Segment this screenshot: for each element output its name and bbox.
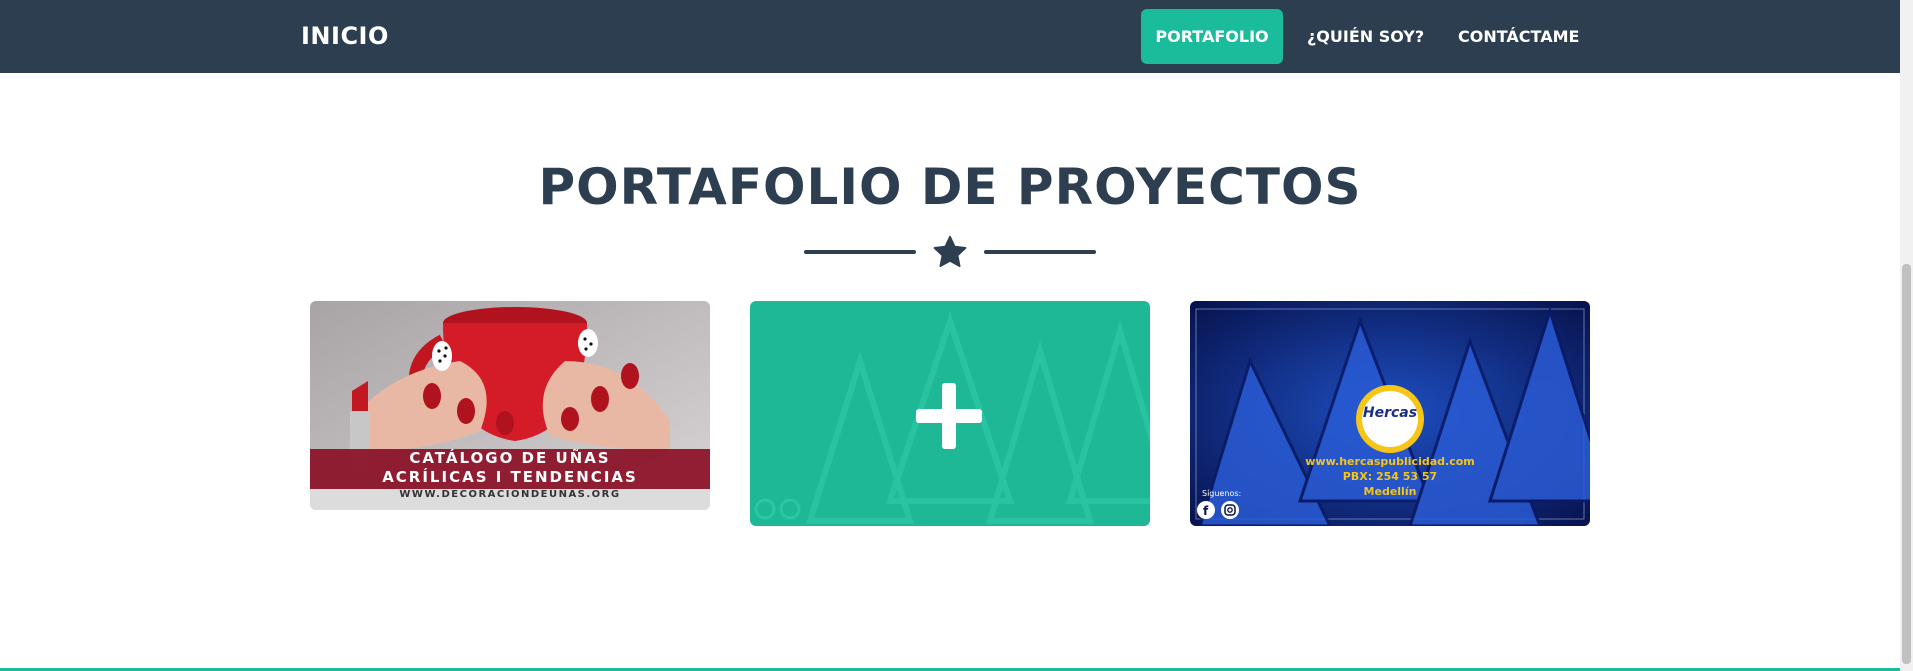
hercas-follow-label: Síguenos:: [1202, 489, 1242, 498]
portfolio-item-hercas[interactable]: f Hercas www.hercaspublicidad.com PBX: 2…: [1190, 301, 1590, 526]
hercas-logo: Hercas: [1362, 405, 1418, 421]
instagram-icon[interactable]: [1221, 501, 1239, 519]
hercas-city: Medellín: [1363, 485, 1417, 498]
portfolio-item-hover[interactable]: [750, 301, 1150, 526]
page: INICIO PORTAFOLIO ¿QUIÉN SOY? CONTÁCTAME…: [0, 0, 1913, 671]
scrollbar-thumb[interactable]: [1902, 264, 1911, 664]
project-caption-line2: ACRÍLICAS I TENDENCIAS: [382, 468, 638, 486]
project-caption-line1: CATÁLOGO DE UÑAS: [409, 449, 611, 467]
nav-link-contactame[interactable]: CONTÁCTAME: [1442, 9, 1595, 64]
svg-text:f: f: [1203, 504, 1209, 518]
brand-link[interactable]: INICIO: [301, 22, 389, 50]
project-caption-url: WWW.DECORACIONDEUNAS.ORG: [399, 489, 621, 500]
divider-line-right: [984, 250, 1096, 254]
divider-line-left: [804, 250, 916, 254]
hover-overlay: [750, 301, 1150, 526]
hercas-phone: PBX: 254 53 57: [1342, 470, 1438, 483]
nav-link-quien-soy[interactable]: ¿QUIÉN SOY?: [1291, 9, 1440, 64]
nav-link-portafolio[interactable]: PORTAFOLIO: [1141, 9, 1283, 64]
hercas-url: www.hercaspublicidad.com: [1305, 455, 1475, 468]
navbar: INICIO PORTAFOLIO ¿QUIÉN SOY? CONTÁCTAME: [0, 0, 1900, 73]
scrollbar[interactable]: [1900, 0, 1913, 671]
portfolio-item-nails[interactable]: CATÁLOGO DE UÑAS ACRÍLICAS I TENDENCIAS …: [310, 301, 710, 510]
section-title: PORTAFOLIO DE PROYECTOS: [538, 158, 1362, 216]
star-icon: [933, 235, 967, 267]
